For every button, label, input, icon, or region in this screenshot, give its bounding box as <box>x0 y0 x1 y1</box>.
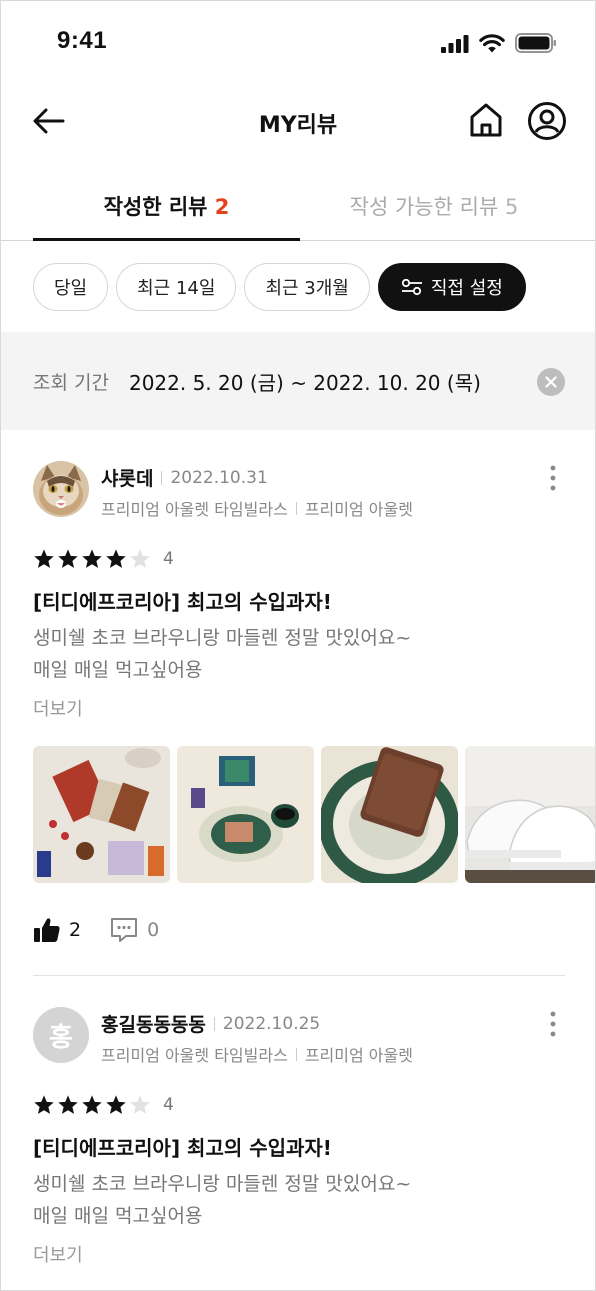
period-filter-chips: 당일 최근 14일 최근 3개월 직접 설정 <box>33 263 526 311</box>
store-row: 프리미엄 아울렛 타임빌라스 프리미엄 아울렛 <box>101 1042 413 1066</box>
store-row: 프리미엄 아울렛 타임빌라스 프리미엄 아울렛 <box>101 496 413 520</box>
star-filled-icon <box>58 549 78 568</box>
more-options-icon[interactable] <box>549 1010 557 1038</box>
see-more-link[interactable]: 더보기 <box>33 695 83 721</box>
signal-icon <box>441 35 469 53</box>
close-icon <box>545 376 557 388</box>
store-type: 프리미엄 아울렛 <box>304 500 413 519</box>
filter-14days-chip[interactable]: 최근 14일 <box>116 263 237 311</box>
tab-label: 작성 가능한 리뷰 <box>349 195 499 219</box>
star-filled-icon <box>106 549 126 568</box>
comment-icon[interactable] <box>109 916 139 944</box>
store-name: 프리미엄 아울렛 타임빌라스 <box>101 500 288 519</box>
home-icon[interactable] <box>467 101 505 139</box>
star-filled-icon <box>34 549 54 568</box>
review-title: [티디에프코리아] 최고의 수입과자! <box>33 1136 332 1160</box>
tab-writable-reviews[interactable]: 작성 가능한 리뷰 5 <box>301 191 567 221</box>
rating-stars: 4 <box>33 1094 174 1116</box>
page-title: MY리뷰 <box>258 113 338 138</box>
status-bar: 9:41 <box>1 1 595 81</box>
review-body-line: 생미쉘 초코 브라우니랑 마들렌 정말 맛있어요~ <box>33 1173 412 1195</box>
star-filled-icon <box>34 1095 54 1114</box>
review-tabs: 작성한 리뷰 2 작성 가능한 리뷰 5 <box>1 181 595 241</box>
more-options-icon[interactable] <box>549 464 557 492</box>
review-date: 2022.10.25 <box>222 1013 321 1034</box>
period-label: 조회 기간 <box>33 371 109 394</box>
query-period-bar: 조회 기간 2022. 5. 20 (금) ~ 2022. 10. 20 (목) <box>1 332 595 430</box>
review-author-row: 홍길동동동동 2022.10.25 <box>101 1010 320 1037</box>
author-name: 홍길동동동동 <box>101 1014 206 1036</box>
sneakers-photo <box>465 746 595 883</box>
brownie-photo <box>321 746 458 883</box>
rating-value: 4 <box>163 1095 174 1115</box>
tab-label: 작성한 리뷰 <box>103 195 208 219</box>
review-title: [티디에프코리아] 최고의 수입과자! <box>33 590 332 614</box>
review-date: 2022.10.31 <box>170 467 268 488</box>
star-filled-icon <box>106 1095 126 1114</box>
like-count: 2 <box>69 919 82 941</box>
clear-period-button[interactable] <box>537 368 565 396</box>
review-item: 샤롯데 2022.10.31 프리미엄 아울렛 타임빌라스 프리미엄 아울렛 4… <box>1 430 595 975</box>
review-body: 생미쉘 초코 브라우니랑 마들렌 정말 맛있어요~ 매일 매일 먹고싶어용 <box>33 622 411 686</box>
thumbs-up-icon[interactable] <box>33 917 61 943</box>
review-photo[interactable] <box>177 746 314 883</box>
status-time: 9:41 <box>57 27 108 54</box>
star-filled-icon <box>58 1095 78 1114</box>
store-type: 프리미엄 아울렛 <box>304 1046 413 1065</box>
review-body-line: 매일 매일 먹고싶어용 <box>33 1205 203 1227</box>
filter-today-chip[interactable]: 당일 <box>33 263 109 311</box>
rating-stars: 4 <box>33 548 174 570</box>
filter-3months-chip[interactable]: 최근 3개월 <box>244 263 370 311</box>
tab-count: 2 <box>214 195 230 219</box>
author-name: 샤롯데 <box>101 468 154 490</box>
snacks-photo <box>33 746 170 883</box>
divider <box>295 501 297 515</box>
review-photo[interactable] <box>33 746 170 883</box>
star-filled-icon <box>82 1095 102 1114</box>
review-photo[interactable] <box>321 746 458 883</box>
profile-icon[interactable] <box>527 101 567 141</box>
star-filled-icon <box>82 549 102 568</box>
filter-custom-label: 직접 설정 <box>430 278 503 299</box>
divider <box>295 1047 297 1061</box>
review-photo[interactable] <box>465 746 595 883</box>
snack-plate-photo <box>177 746 314 883</box>
store-name: 프리미엄 아울렛 타임빌라스 <box>101 1046 288 1065</box>
review-body-line: 생미쉘 초코 브라우니랑 마들렌 정말 맛있어요~ <box>33 627 412 649</box>
comment-count: 0 <box>147 919 160 941</box>
battery-icon <box>515 33 556 53</box>
review-item: 홍 홍길동동동동 2022.10.25 프리미엄 아울렛 타임빌라스 프리미엄 … <box>1 976 595 1290</box>
filter-custom-chip[interactable]: 직접 설정 <box>377 263 526 311</box>
avatar <box>33 461 89 517</box>
star-empty-icon <box>130 1095 150 1114</box>
period-range: 2022. 5. 20 (금) ~ 2022. 10. 20 (목) <box>128 370 481 395</box>
header: MY리뷰 <box>1 89 595 155</box>
status-icons <box>441 31 557 53</box>
review-body-line: 매일 매일 먹고싶어용 <box>33 659 203 681</box>
review-body: 생미쉘 초코 브라우니랑 마들렌 정말 맛있어요~ 매일 매일 먹고싶어용 <box>33 1168 411 1232</box>
avatar: 홍 <box>33 1007 89 1063</box>
see-more-link[interactable]: 더보기 <box>33 1241 83 1267</box>
tab-count: 5 <box>504 195 519 219</box>
rating-value: 4 <box>163 549 174 569</box>
review-photos <box>33 746 595 883</box>
star-empty-icon <box>130 549 150 568</box>
divider <box>213 1016 215 1031</box>
review-actions: 2 0 <box>33 916 159 944</box>
wifi-icon <box>479 34 505 53</box>
cat-avatar-image <box>33 461 89 517</box>
tab-written-reviews[interactable]: 작성한 리뷰 2 <box>33 191 300 241</box>
sliders-icon <box>401 278 422 296</box>
app-screen: 9:41 MY리뷰 작성한 리뷰 2 작성 가능한 리뷰 5 당일 최근 14일… <box>0 0 596 1291</box>
review-author-row: 샤롯데 2022.10.31 <box>101 464 268 491</box>
divider <box>161 470 163 485</box>
